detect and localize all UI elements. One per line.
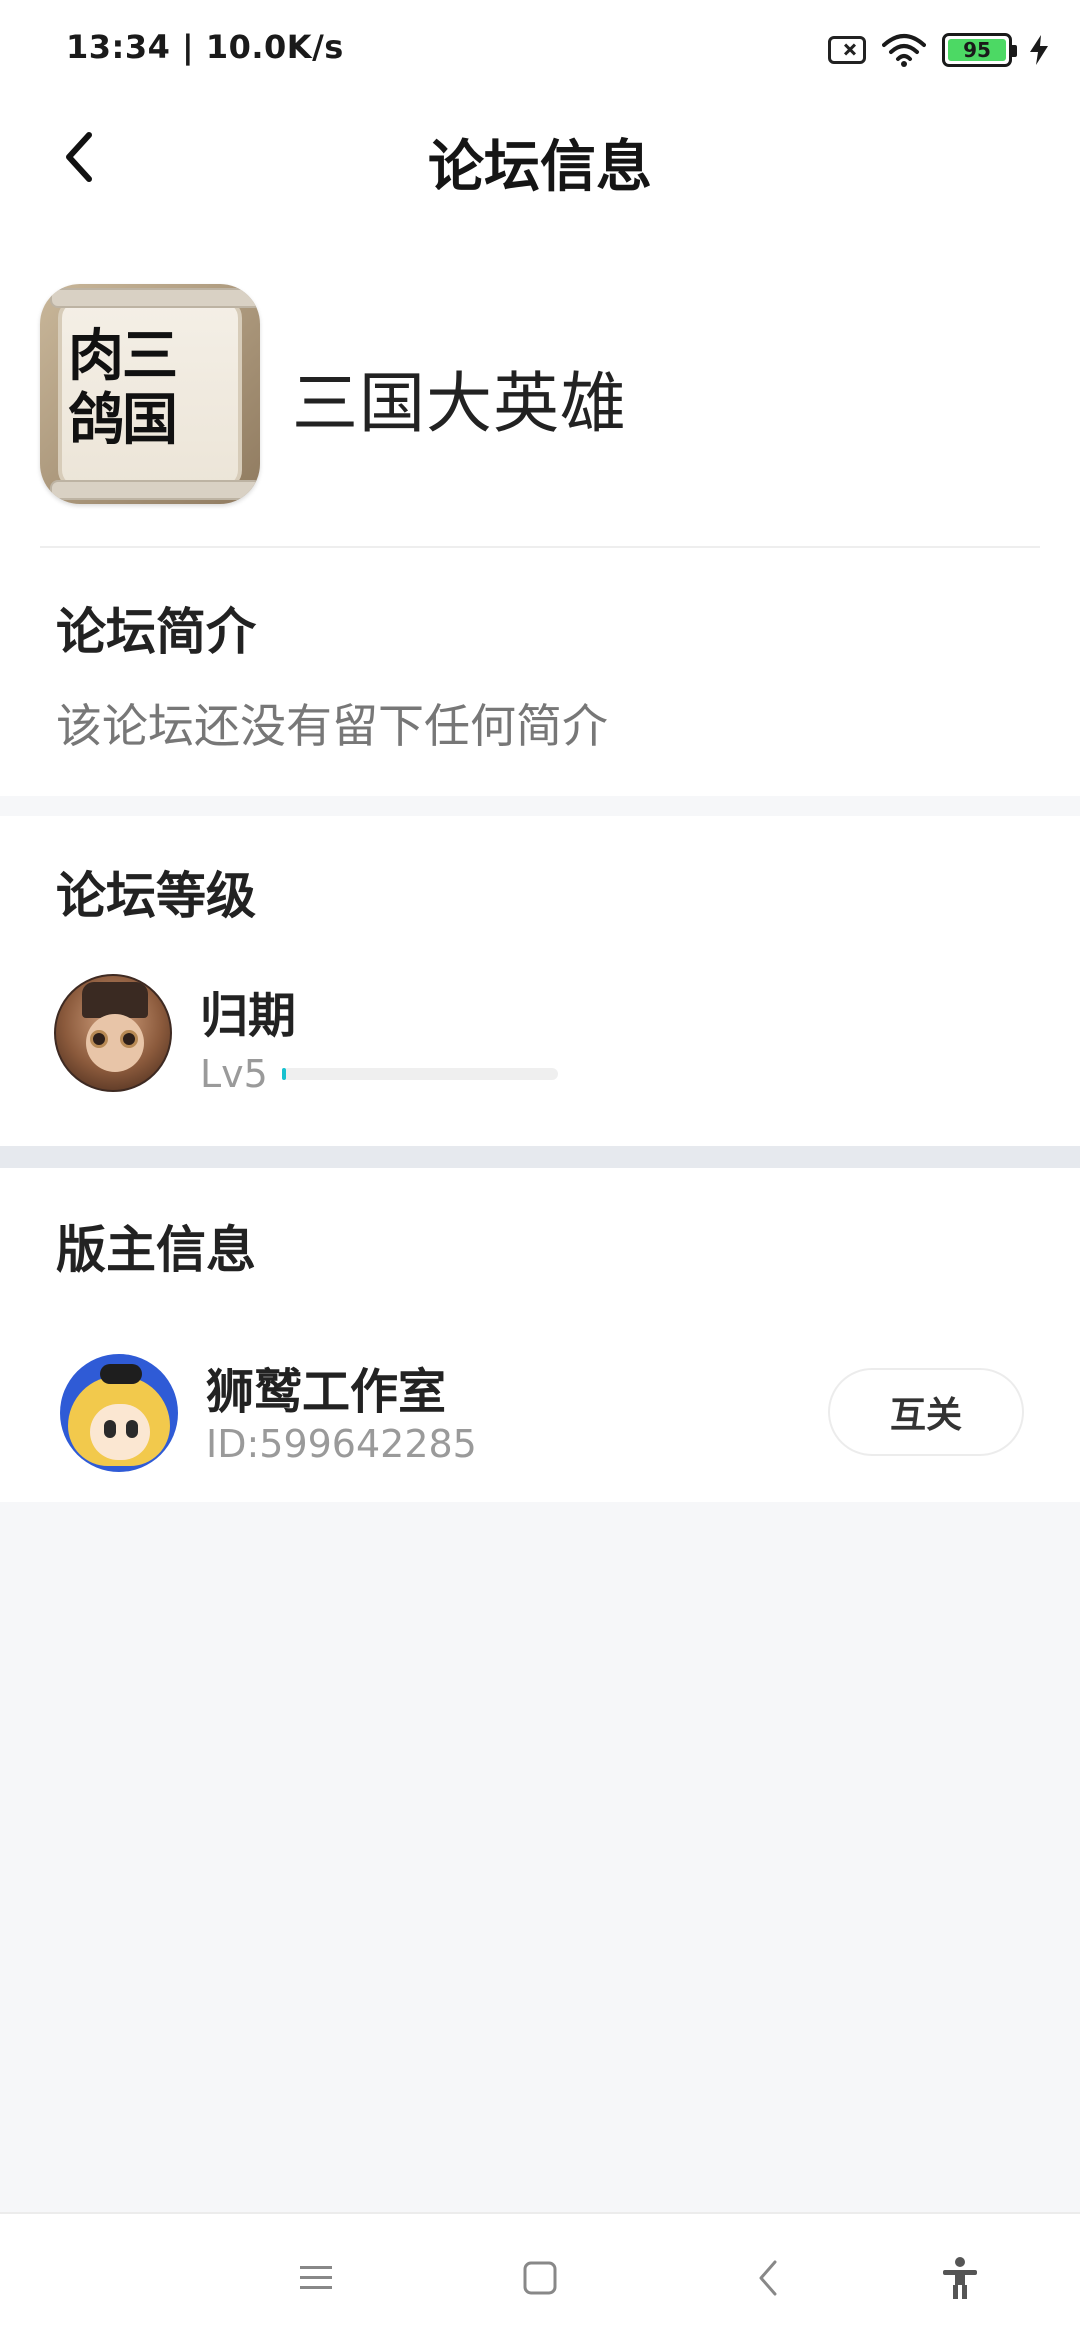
forum-card: 肉三 鸽国 三国大英雄 论坛简介 该论坛还没有留下任何简介	[0, 220, 1080, 796]
forum-logo-text: 肉三 鸽国	[68, 323, 178, 453]
accessibility-button[interactable]	[926, 2244, 994, 2312]
moderator-id: ID:599642285	[206, 1422, 477, 1466]
battery-level: 95	[963, 38, 991, 62]
moderator-title: 版主信息	[56, 1221, 256, 1279]
level-label: Lv5	[200, 1052, 268, 1096]
avatar-hat	[82, 982, 148, 1018]
level-card: 论坛等级 归期 Lv5	[0, 816, 1080, 1146]
intro-title: 论坛简介	[56, 603, 256, 661]
forum-name: 三国大英雄	[292, 365, 627, 442]
menu-icon	[300, 2266, 332, 2289]
moderator-avatar[interactable]	[60, 1354, 178, 1472]
battery-icon: 95	[942, 33, 1017, 67]
charging-bolt-icon	[1028, 34, 1050, 66]
avatar-eye-right	[120, 1030, 138, 1048]
accessibility-icon	[943, 2257, 977, 2299]
divider	[40, 546, 1040, 548]
level-title: 论坛等级	[56, 867, 256, 925]
status-time: 13:34 | 10.0K/s	[66, 28, 344, 66]
moderator-avatar-eye-left	[104, 1420, 116, 1438]
back-chevron-icon	[759, 2260, 777, 2296]
menu-button[interactable]	[282, 2244, 350, 2312]
follow-button[interactable]: 互关	[828, 1368, 1024, 1456]
level-progress-fill	[282, 1068, 287, 1080]
forum-info-page: 13:34 | 10.0K/s 95 论坛信息 肉三 鸽国 三国大英雄 论坛简介…	[0, 0, 1080, 2340]
moderator-card: 版主信息 狮鹫工作室 ID:599642285 互关	[0, 1168, 1080, 1502]
intro-text: 该论坛还没有留下任何简介	[56, 699, 608, 753]
home-square-icon	[523, 2261, 557, 2295]
section-gap	[0, 1146, 1080, 1168]
wifi-icon	[882, 33, 926, 67]
system-back-button[interactable]	[734, 2244, 802, 2312]
avatar-eye-left	[90, 1030, 108, 1048]
moderator-avatar-face	[90, 1404, 150, 1460]
status-bar: 13:34 | 10.0K/s 95	[0, 0, 1080, 100]
sim-no-signal-icon	[828, 36, 866, 64]
level-progress-track	[282, 1068, 558, 1080]
app-header: 论坛信息	[0, 100, 1080, 220]
moderator-avatar-bow	[100, 1364, 142, 1384]
user-avatar[interactable]	[54, 974, 172, 1092]
status-icons: 95	[828, 28, 1050, 72]
moderator-name: 狮鹫工作室	[206, 1364, 447, 1420]
home-button[interactable]	[506, 2244, 574, 2312]
page-title: 论坛信息	[428, 135, 652, 200]
moderator-avatar-eye-right	[126, 1420, 138, 1438]
battery-cap	[1012, 45, 1017, 57]
system-nav-bar	[0, 2212, 1080, 2340]
user-name: 归期	[200, 988, 297, 1044]
forum-logo: 肉三 鸽国	[40, 284, 260, 504]
